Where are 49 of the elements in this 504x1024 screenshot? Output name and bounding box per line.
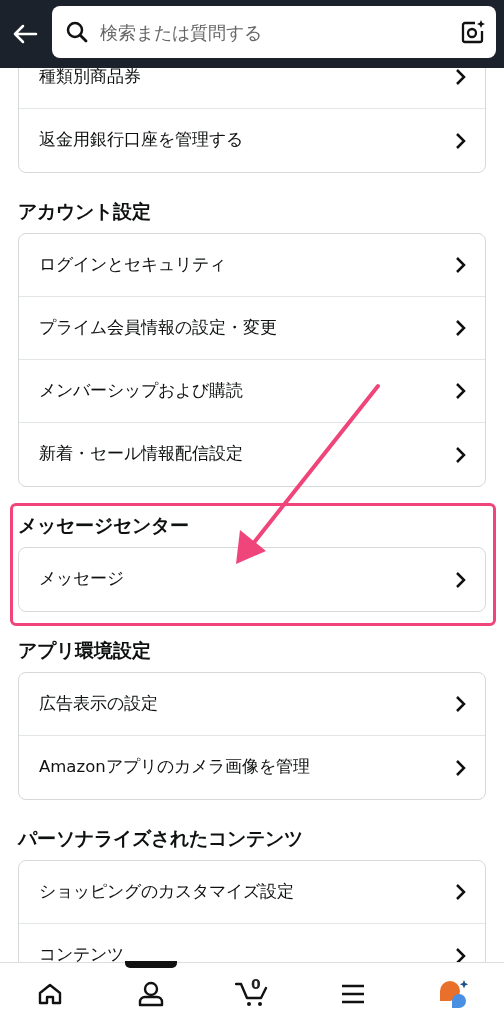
search-bar[interactable]: 検索または質問する <box>52 6 496 58</box>
item-label: ログインとセキュリティ <box>39 253 226 276</box>
item-label: 返金用銀行口座を管理する <box>39 129 243 152</box>
section-heading: アカウント設定 <box>18 199 152 223</box>
settings-item[interactable]: ショッピングのカスタマイズ設定 <box>19 861 485 924</box>
chevron-icon <box>455 382 467 400</box>
item-label: メンバーシップおよび購読 <box>39 379 243 402</box>
nav-tab[interactable]: 0 <box>222 962 282 1024</box>
search-icon <box>66 21 88 43</box>
cart-count: 0 <box>251 974 261 994</box>
assistant-icon <box>437 978 470 1009</box>
item-label: メッセージ <box>39 568 124 591</box>
back-icon[interactable] <box>12 24 38 44</box>
item-label: 新着・セール情報配信設定 <box>39 443 243 466</box>
chevron-icon <box>455 758 467 777</box>
item-label: 種類別商品券 <box>39 68 141 88</box>
chevron-icon <box>455 256 467 274</box>
settings-item[interactable]: 広告表示の設定 <box>19 673 485 736</box>
chevron-icon <box>455 68 467 86</box>
chevron-icon <box>455 319 467 337</box>
cart-icon <box>235 980 269 1007</box>
item-label: ショッピングのカスタマイズ設定 <box>39 880 294 903</box>
item-label: Amazonアプリのカメラ画像を管理 <box>39 756 310 779</box>
person-icon <box>138 980 165 1007</box>
item-label: 広告表示の設定 <box>39 692 158 715</box>
settings-item[interactable]: メンバーシップおよび購読 <box>19 360 485 423</box>
chevron-icon <box>455 445 467 464</box>
settings-item[interactable]: メッセージ <box>19 548 485 611</box>
chevron-icon <box>455 570 467 589</box>
menu-icon <box>340 983 365 1004</box>
settings-item[interactable]: Amazonアプリのカメラ画像を管理 <box>19 736 485 799</box>
chevron-icon <box>455 131 467 150</box>
item-label: コンテンツ <box>39 944 124 962</box>
settings-item[interactable]: 種類別商品券 <box>19 68 485 109</box>
section-heading: パーソナライズされたコンテンツ <box>18 826 304 850</box>
settings-item[interactable]: コンテンツ <box>19 924 485 962</box>
section-heading: アプリ環境設定 <box>18 638 152 662</box>
settings-item[interactable]: ログインとセキュリティ <box>19 234 485 297</box>
section-heading: メッセージセンター <box>18 513 190 537</box>
chevron-icon <box>455 695 467 713</box>
camera-icon[interactable] <box>460 19 486 45</box>
settings-item[interactable]: プライム会員情報の設定・変更 <box>19 297 485 360</box>
chevron-icon <box>455 883 467 901</box>
selected-indicator <box>125 960 178 968</box>
item-label: プライム会員情報の設定・変更 <box>39 316 277 339</box>
home-icon <box>37 981 64 1006</box>
settings-item[interactable]: 新着・セール情報配信設定 <box>19 423 485 486</box>
chevron-icon <box>455 946 467 962</box>
settings-item[interactable]: 返金用銀行口座を管理する <box>19 109 485 172</box>
